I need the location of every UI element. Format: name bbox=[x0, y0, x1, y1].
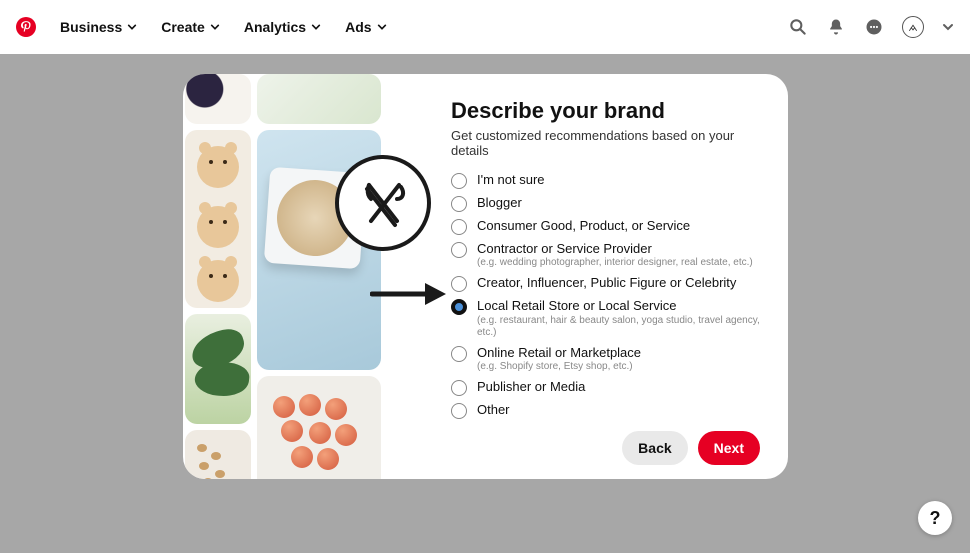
search-icon[interactable] bbox=[788, 17, 808, 37]
option-label: Other bbox=[477, 402, 510, 418]
option-text: Contractor or Service Provider(e.g. wedd… bbox=[477, 241, 753, 269]
option-sublabel: (e.g. restaurant, hair & beauty salon, y… bbox=[477, 315, 760, 339]
option-text: Publisher or Media bbox=[477, 379, 585, 395]
radio-icon bbox=[451, 276, 467, 292]
radio-icon bbox=[451, 173, 467, 189]
radio-icon bbox=[451, 346, 467, 362]
radio-icon bbox=[451, 403, 467, 419]
option-text: Blogger bbox=[477, 195, 522, 211]
option-label: Blogger bbox=[477, 195, 522, 211]
nav-label: Ads bbox=[345, 19, 371, 35]
option-text: I'm not sure bbox=[477, 172, 545, 188]
option-label: Consumer Good, Product, or Service bbox=[477, 218, 690, 234]
brand-option[interactable]: I'm not sure bbox=[451, 172, 760, 189]
option-label: Online Retail or Marketplace bbox=[477, 345, 641, 361]
nav-ads[interactable]: Ads bbox=[345, 19, 386, 35]
radio-icon bbox=[451, 196, 467, 212]
help-label: ? bbox=[930, 508, 941, 529]
option-text: Local Retail Store or Local Service(e.g.… bbox=[477, 298, 760, 338]
nav-label: Business bbox=[60, 19, 122, 35]
nav-right bbox=[788, 16, 954, 38]
option-label: Publisher or Media bbox=[477, 379, 585, 395]
chat-icon[interactable] bbox=[864, 17, 884, 37]
brand-option[interactable]: Online Retail or Marketplace(e.g. Shopif… bbox=[451, 345, 760, 373]
account-chevron-icon[interactable] bbox=[942, 21, 954, 33]
radio-icon bbox=[451, 299, 467, 315]
modal-content: Describe your brand Get customized recom… bbox=[383, 74, 788, 479]
option-label: Local Retail Store or Local Service bbox=[477, 298, 760, 314]
help-button[interactable]: ? bbox=[918, 501, 952, 535]
nav-analytics[interactable]: Analytics bbox=[244, 19, 321, 35]
option-sublabel: (e.g. wedding photographer, interior des… bbox=[477, 257, 753, 269]
nav-label: Analytics bbox=[244, 19, 306, 35]
radio-icon bbox=[451, 380, 467, 396]
modal-title: Describe your brand bbox=[451, 98, 760, 124]
radio-icon bbox=[451, 219, 467, 235]
brand-modal: Describe your brand Get customized recom… bbox=[183, 74, 788, 479]
brand-option[interactable]: Creator, Influencer, Public Figure or Ce… bbox=[451, 275, 760, 292]
option-text: Consumer Good, Product, or Service bbox=[477, 218, 690, 234]
collage-tile bbox=[185, 314, 251, 424]
collage-tile bbox=[185, 74, 251, 124]
nav-label: Create bbox=[161, 19, 205, 35]
chevron-down-icon bbox=[210, 22, 220, 32]
modal-subtitle: Get customized recommendations based on … bbox=[451, 128, 760, 158]
option-label: Creator, Influencer, Public Figure or Ce… bbox=[477, 275, 736, 291]
brand-options-group: I'm not sure Blogger Consumer Good, Produc… bbox=[451, 172, 760, 419]
brand-option[interactable]: Contractor or Service Provider(e.g. wedd… bbox=[451, 241, 760, 269]
annotation-arrow-icon bbox=[370, 280, 450, 308]
collage-tile bbox=[257, 376, 381, 479]
chevron-down-icon bbox=[377, 22, 387, 32]
option-text: Creator, Influencer, Public Figure or Ce… bbox=[477, 275, 736, 291]
avatar[interactable] bbox=[902, 16, 924, 38]
option-label: I'm not sure bbox=[477, 172, 545, 188]
modal-image-collage bbox=[183, 74, 383, 479]
brand-option[interactable]: Blogger bbox=[451, 195, 760, 212]
nav-left: Business Create Analytics Ads bbox=[16, 17, 387, 37]
radio-icon bbox=[451, 242, 467, 258]
bell-icon[interactable] bbox=[826, 17, 846, 37]
modal-footer: Back Next bbox=[451, 419, 760, 465]
brand-option[interactable]: Publisher or Media bbox=[451, 379, 760, 396]
collage-tile bbox=[185, 430, 251, 479]
collage-tile bbox=[185, 130, 251, 308]
option-label: Contractor or Service Provider bbox=[477, 241, 753, 257]
collage-tile bbox=[257, 74, 381, 124]
chevron-down-icon bbox=[311, 22, 321, 32]
option-text: Online Retail or Marketplace(e.g. Shopif… bbox=[477, 345, 641, 373]
option-text: Other bbox=[477, 402, 510, 418]
nav-business[interactable]: Business bbox=[60, 19, 137, 35]
pinterest-logo-icon[interactable] bbox=[16, 17, 36, 37]
next-button[interactable]: Next bbox=[698, 431, 760, 465]
option-sublabel: (e.g. Shopify store, Etsy shop, etc.) bbox=[477, 361, 641, 373]
brand-option[interactable]: Local Retail Store or Local Service(e.g.… bbox=[451, 298, 760, 338]
top-nav: Business Create Analytics Ads bbox=[0, 0, 970, 54]
chevron-down-icon bbox=[127, 22, 137, 32]
brand-option[interactable]: Other bbox=[451, 402, 760, 419]
fork-knife-badge-icon bbox=[335, 155, 431, 251]
back-button[interactable]: Back bbox=[622, 431, 687, 465]
brand-option[interactable]: Consumer Good, Product, or Service bbox=[451, 218, 760, 235]
nav-create[interactable]: Create bbox=[161, 19, 220, 35]
